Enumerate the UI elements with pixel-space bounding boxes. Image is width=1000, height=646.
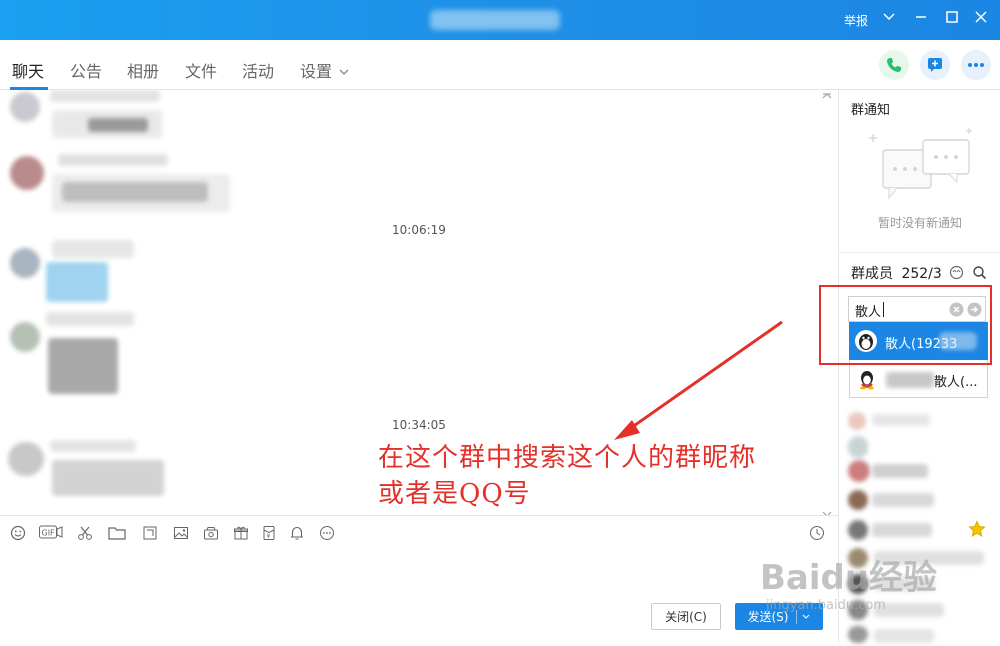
member-row[interactable] [848,520,988,540]
gif-icon[interactable]: GIF [38,525,64,543]
highlight-box [819,285,992,365]
gift-icon[interactable] [232,525,250,543]
svg-text:¥: ¥ [267,533,271,540]
member-settings-icon[interactable] [949,265,964,284]
members-count: 252/3 [901,266,942,282]
emoji-icon[interactable] [9,525,27,543]
svg-text:GIF: GIF [42,529,56,538]
member-row[interactable] [848,410,988,430]
redacted-name [886,372,934,388]
empty-notice-illustration [869,128,972,200]
red-packet-icon[interactable]: ¥ [260,525,278,543]
annotation-text: 在这个群中搜索这个人的群昵称 或者是QQ号 [378,440,756,512]
camera-icon[interactable] [202,525,220,543]
members-label: 群成员 [851,266,893,282]
scissors-icon[interactable] [76,525,94,543]
close-button[interactable]: 关闭(C) [651,603,721,630]
star-icon [968,520,986,542]
notice-title: 群通知 [851,103,891,118]
member-row[interactable] [848,436,988,458]
watermark-brand: Baidu经验 [760,558,938,598]
send-options-icon [803,614,810,619]
bell-icon[interactable] [288,525,306,543]
notice-empty-text: 暂时没有新通知 [877,216,962,230]
watermark-url: jingyan.baidu.com [766,598,886,613]
folder-icon[interactable] [108,525,126,543]
members-title: 群成员 252/3 [851,263,942,283]
qq-penguin-icon [856,368,878,394]
search-result[interactable]: 散人(... [849,360,988,398]
search-icon[interactable] [972,265,987,284]
divider [839,252,1000,253]
clock-icon[interactable] [808,525,826,543]
more-tools-icon[interactable] [318,525,336,543]
annotation-line-1: 在这个群中搜索这个人的群昵称 [378,443,757,473]
member-row[interactable] [848,626,988,646]
annotation-line-2: 或者是QQ号 [378,479,531,509]
screenshot-icon[interactable] [141,525,159,543]
image-icon[interactable] [172,525,190,543]
composer-toolbar: GIF ¥ [0,515,838,551]
result-label: 散人(... [934,375,978,390]
member-row[interactable] [848,490,988,510]
member-row[interactable] [848,460,988,482]
